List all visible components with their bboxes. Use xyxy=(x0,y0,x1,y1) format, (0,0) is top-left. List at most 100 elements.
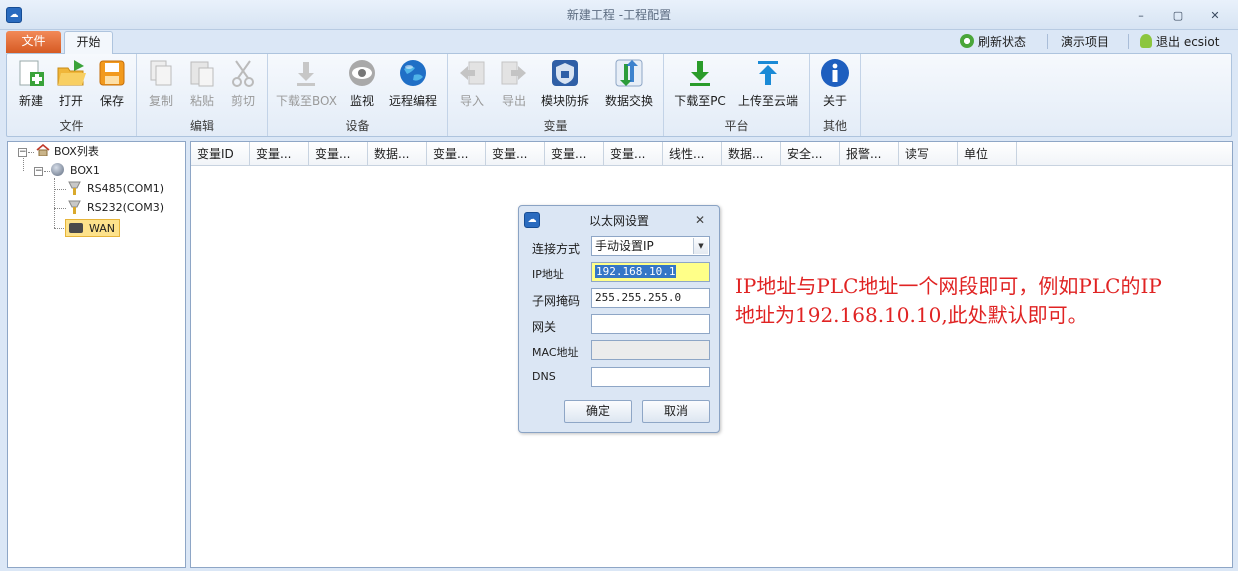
mac-address-field xyxy=(591,340,710,360)
ok-button[interactable]: 确定 xyxy=(564,400,632,423)
remote-programming-label: 远程编程 xyxy=(388,94,437,108)
new-file-icon xyxy=(16,58,46,88)
ip-address-label: IP地址 xyxy=(532,268,564,281)
column-header[interactable]: 报警... xyxy=(840,142,899,166)
column-header[interactable]: 线性... xyxy=(663,142,722,166)
remote-programming-button[interactable]: 远程编程 xyxy=(386,58,440,109)
column-header[interactable]: 变量... xyxy=(309,142,368,166)
download-to-box-button[interactable]: 下载至BOX xyxy=(276,58,337,109)
download-to-pc-button[interactable]: 下载至PC xyxy=(672,58,728,109)
copy-icon xyxy=(146,58,176,88)
serial-port-icon xyxy=(68,181,81,195)
tree-wan-label: WAN xyxy=(89,222,116,235)
connection-mode-value: 手动设置IP xyxy=(595,239,654,253)
tree-item-rs232[interactable]: RS232(COM3) xyxy=(68,199,164,216)
import-label: 导入 xyxy=(459,94,484,108)
tree-item-rs485[interactable]: RS485(COM1) xyxy=(68,180,164,197)
group-label-variable: 变量 xyxy=(543,119,568,133)
subnet-mask-field[interactable]: 255.255.255.0 xyxy=(591,288,710,308)
upload-to-cloud-button[interactable]: 上传至云端 xyxy=(736,58,800,109)
logout-button[interactable]: 退出 ecsiot xyxy=(1140,34,1219,50)
group-label-platform: 平台 xyxy=(724,119,749,133)
download-icon xyxy=(291,58,321,88)
network-port-icon xyxy=(69,223,83,233)
tab-file[interactable]: 文件 xyxy=(6,31,61,53)
collapse-toggle[interactable]: − xyxy=(34,167,43,176)
serial-port-icon xyxy=(68,200,81,214)
dns-field[interactable] xyxy=(591,367,710,387)
about-button[interactable]: 关于 xyxy=(818,58,852,109)
tree-item-wan[interactable]: WAN xyxy=(65,219,121,237)
export-button[interactable]: 导出 xyxy=(498,58,530,109)
cut-icon xyxy=(228,58,258,88)
new-button[interactable]: 新建 xyxy=(13,58,49,109)
group-label-device: 设备 xyxy=(345,119,370,133)
save-button[interactable]: 保存 xyxy=(94,58,130,109)
module-tamper-label: 模块防拆 xyxy=(540,94,589,108)
collapse-toggle[interactable]: − xyxy=(18,148,27,157)
cancel-button[interactable]: 取消 xyxy=(642,400,710,423)
group-label-file: 文件 xyxy=(59,119,84,133)
tree-root-box-list[interactable]: BOX列表 xyxy=(36,143,99,160)
save-label: 保存 xyxy=(99,94,124,108)
column-header[interactable]: 变量... xyxy=(545,142,604,166)
cut-button[interactable]: 剪切 xyxy=(227,58,259,109)
column-header[interactable]: 变量... xyxy=(250,142,309,166)
column-header[interactable]: 安全... xyxy=(781,142,840,166)
about-label: 关于 xyxy=(822,94,847,108)
column-header[interactable]: 数据... xyxy=(368,142,427,166)
import-button[interactable]: 导入 xyxy=(456,58,488,109)
refresh-status-button[interactable]: 刷新状态 xyxy=(960,34,1026,50)
title-bar: ☁ 新建工程 -工程配置 – ▢ ✕ xyxy=(0,0,1238,30)
monitor-button[interactable]: 监视 xyxy=(344,58,380,109)
data-exchange-label: 数据交换 xyxy=(604,94,653,108)
monitor-label: 监视 xyxy=(349,94,374,108)
dialog-close-button[interactable]: ✕ xyxy=(695,213,705,227)
column-header[interactable]: 变量... xyxy=(486,142,545,166)
globe-icon xyxy=(398,58,428,88)
ethernet-settings-dialog: ☁ 以太网设置 ✕ 连接方式 手动设置IP ▼ IP地址 192.168.10.… xyxy=(518,205,720,433)
module-tamper-button[interactable]: 模块防拆 xyxy=(540,58,590,109)
ribbon-group-platform: 下载至PC 上传至云端 平台 xyxy=(664,54,810,136)
tree-box-label: BOX1 xyxy=(70,164,100,177)
column-header[interactable]: 变量ID xyxy=(191,142,250,166)
exchange-icon xyxy=(614,58,644,88)
device-icon xyxy=(51,163,64,176)
subnet-mask-label: 子网掩码 xyxy=(532,294,581,308)
tree-item-box1[interactable]: BOX1 xyxy=(51,162,100,179)
copy-button[interactable]: 复制 xyxy=(145,58,177,109)
column-header[interactable]: 读写 xyxy=(899,142,958,166)
demo-project-button[interactable]: 演示项目 xyxy=(1061,34,1109,50)
gateway-label: 网关 xyxy=(532,320,557,334)
paste-button[interactable]: 粘贴 xyxy=(186,58,218,109)
download-green-icon xyxy=(685,58,715,88)
gateway-field[interactable] xyxy=(591,314,710,334)
annotation-line-1: IP地址与PLC地址一个网段即可，例如PLC的IP xyxy=(735,274,1162,298)
maximize-button[interactable]: ▢ xyxy=(1170,9,1186,23)
column-header[interactable]: 单位 xyxy=(958,142,1017,166)
ip-address-field[interactable]: 192.168.10.1 xyxy=(591,262,710,282)
ribbon-toolbar: 新建 打开 保存 文件 复制 粘贴 剪切 编辑 下载至BOX 监视 远程编程 设… xyxy=(6,53,1232,137)
paste-label: 粘贴 xyxy=(189,94,214,108)
ribbon-group-edit: 复制 粘贴 剪切 编辑 xyxy=(137,54,268,136)
column-header[interactable]: 数据... xyxy=(722,142,781,166)
minimize-button[interactable]: – xyxy=(1133,9,1149,23)
chevron-down-icon[interactable]: ▼ xyxy=(693,238,708,254)
tree-rs232-label: RS232(COM3) xyxy=(87,201,165,214)
close-button[interactable]: ✕ xyxy=(1207,9,1223,23)
home-icon xyxy=(36,143,50,157)
tab-start[interactable]: 开始 xyxy=(64,31,113,54)
dialog-title-bar: ☁ 以太网设置 ✕ xyxy=(519,206,719,232)
divider xyxy=(1128,34,1129,49)
data-exchange-button[interactable]: 数据交换 xyxy=(602,58,656,109)
save-icon xyxy=(97,58,127,88)
column-header[interactable]: 变量... xyxy=(427,142,486,166)
tree-connector xyxy=(28,152,34,153)
ribbon-group-other: 关于 其他 xyxy=(810,54,861,136)
ribbon-group-file: 新建 打开 保存 文件 xyxy=(7,54,137,136)
upload-to-cloud-label: 上传至云端 xyxy=(737,94,798,108)
column-header[interactable]: 变量... xyxy=(604,142,663,166)
download-to-box-label: 下载至BOX xyxy=(276,94,337,108)
open-button[interactable]: 打开 xyxy=(53,58,89,109)
connection-mode-select[interactable]: 手动设置IP ▼ xyxy=(591,236,710,256)
